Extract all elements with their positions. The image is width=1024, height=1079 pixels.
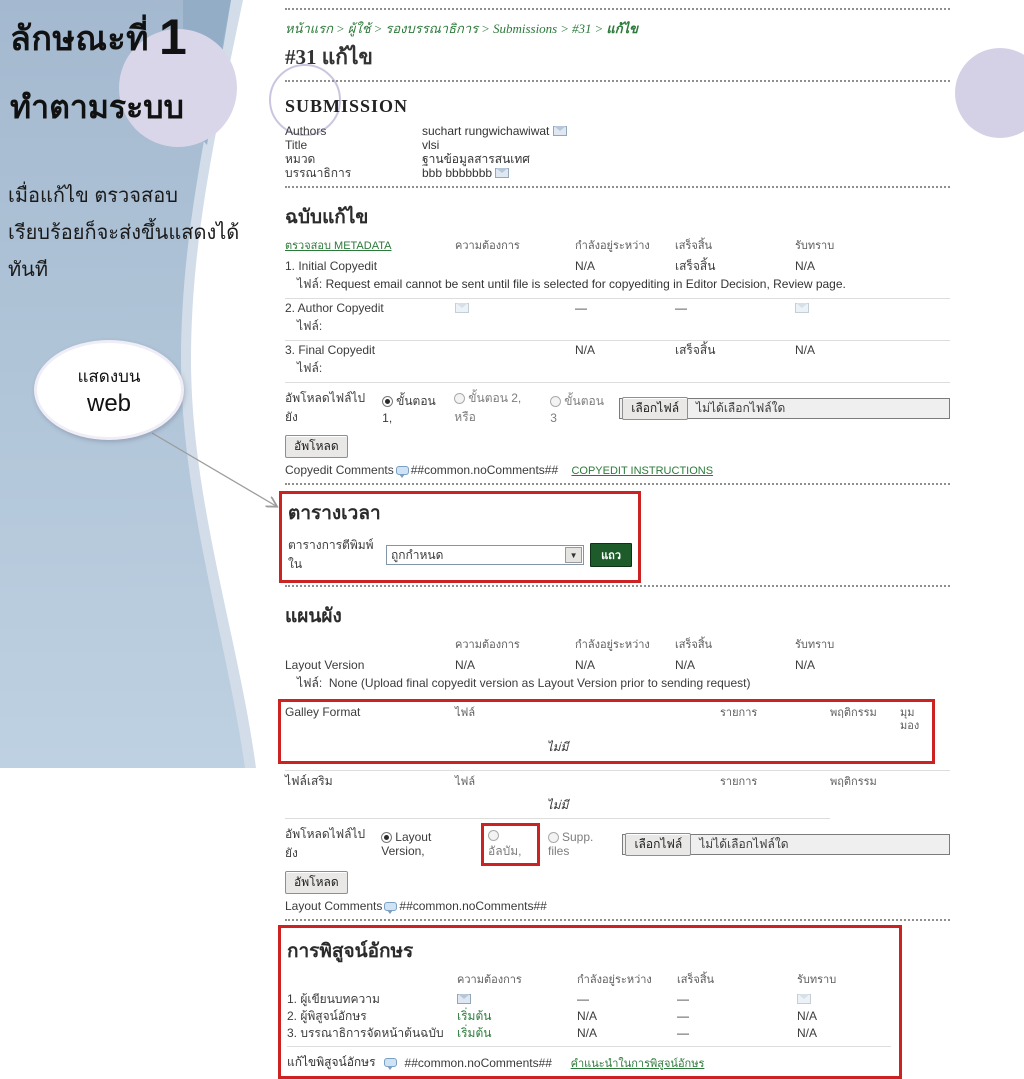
copyedit-row-final: 3. Final Copyedit N/A เสร็จสิ้น N/A <box>285 343 816 357</box>
callout-line2: web <box>86 389 132 417</box>
email-icon[interactable] <box>552 126 567 136</box>
breadcrumb-current: แก้ไข <box>606 21 638 36</box>
breadcrumb-submission-id[interactable]: #31 <box>572 21 592 36</box>
initiate-link[interactable]: เริ่มต้น <box>457 1027 577 1040</box>
upload-button[interactable]: อัพโหลด <box>285 435 348 458</box>
copyedit-file-note: ไฟล์: Request email cannot be sent until… <box>285 274 950 299</box>
submission-authors-row: Authors suchart rungwichawiwat <box>285 125 950 138</box>
proofread-row-author: 1. ผู้เขียนบทความ — — <box>287 991 891 1008</box>
copyedit-row-initial: 1. Initial Copyedit N/A เสร็จสิ้น N/A <box>285 259 816 273</box>
section-value: ฐานข้อมูลสารสนเทศ <box>422 152 530 166</box>
copyedit-upload-row: อัพโหลดไฟล์ไปยัง ขั้นตอน 1, ขั้นตอน 2, ห… <box>285 389 950 427</box>
proofread-row-proofreader: 2. ผู้พิสูจน์อักษร เริ่มต้น N/A — N/A <box>287 1009 818 1023</box>
radio-album[interactable] <box>488 829 500 841</box>
dropdown-arrow-icon: ▼ <box>565 547 583 563</box>
comment-icon[interactable] <box>395 466 409 478</box>
divider <box>285 8 950 10</box>
supp-label: ไฟล์เสริม <box>285 774 333 788</box>
layout-file-note: ไฟล์: None (Upload final copyedit versio… <box>297 676 751 690</box>
comment-icon[interactable] <box>384 902 398 914</box>
decor-circle-right <box>955 48 1024 138</box>
supp-empty: ไม่มี <box>285 793 830 819</box>
email-acknowledge-icon[interactable] <box>797 994 811 1004</box>
divider <box>285 483 950 485</box>
layout-upload-row: อัพโหลดไฟล์ไปยัง Layout Version, อัลบัม,… <box>285 822 950 866</box>
callout-ellipse: แสดงบน web <box>34 340 184 440</box>
email-icon[interactable] <box>495 168 510 178</box>
proofread-footer: แก้ไขพิสูจน์อักษร ##common.noComments## ค… <box>287 1046 891 1072</box>
submission-section-row: หมวด ฐานข้อมูลสารสนเทศ <box>285 153 950 166</box>
comment-icon[interactable] <box>383 1058 397 1070</box>
breadcrumb-submissions[interactable]: Submissions <box>493 21 557 36</box>
copyedit-comments-row: Copyedit Comments ##common.noComments## C… <box>285 463 714 478</box>
proofread-header-row: ความต้องการ กำลังอยู่ระหว่าง เสร็จสิ้น รับท… <box>457 974 837 986</box>
breadcrumb: หน้าแรก > ผู้ใช้ > รองบรรณาธิการ > Submissions… <box>285 21 638 36</box>
highlight-box-proofread: การพิสูจน์อักษร ความต้องการ กำลังอยู่ระหว… <box>278 925 902 1079</box>
breadcrumb-home[interactable]: หน้าแรก <box>285 21 333 36</box>
highlight-box-galley: Galley Format ไฟล์ รายการ พฤติกรรม มุมมอ… <box>278 699 935 764</box>
divider <box>285 585 950 587</box>
no-comments-token[interactable]: ##common.noComments## <box>411 463 558 477</box>
initiate-link[interactable]: เริ่มต้น <box>457 1010 577 1023</box>
email-request-icon[interactable] <box>455 303 469 313</box>
layout-version-row: Layout Version N/A N/A N/A N/A <box>285 658 816 672</box>
schedule-heading: ตารางเวลา <box>288 503 381 524</box>
proofread-row-layout-editor: 3. บรรณาธิการจัดหน้าต้นฉบับ เริ่มต้น N/A… <box>287 1026 818 1040</box>
layout-heading: แผนผัง <box>285 606 342 627</box>
radio-supp-files[interactable]: Supp. files <box>548 830 614 858</box>
divider <box>285 919 950 921</box>
slide-title-number: 1 <box>159 9 188 65</box>
highlight-box-album: อัลบัม, <box>481 822 540 866</box>
copyedit-heading: ฉบับแก้ไข <box>285 207 369 228</box>
copyedit-row-author: 2. Author Copyedit — — <box>285 299 950 316</box>
schedule-label: ตารางการตีพิมพ์ใน <box>288 538 374 571</box>
proofing-instructions-link[interactable]: คำแนะนำในการพิสูจน์อักษร <box>571 1054 705 1072</box>
radio-step1[interactable]: ขั้นตอน 1, <box>382 392 446 425</box>
callout-line1: แสดงบน <box>77 366 141 386</box>
slide-subtitle: ทำตามระบบ <box>10 89 184 125</box>
copyedit-header-row: ตรวจสอบ METADATA ความต้องการ กำลังอยู่ระห… <box>285 240 835 253</box>
galley-empty: ไม่มี <box>546 740 569 754</box>
copyedit-file-empty: ไฟล์: <box>285 316 950 341</box>
web-page: หน้าแรก > ผู้ใช้ > รองบรรณาธิการ > Submissions… <box>278 0 950 1079</box>
radio-step2[interactable]: ขั้นตอน 2, หรือ <box>454 389 542 427</box>
supp-header-row: ไฟล์เสริม ไฟล์ รายการ พฤติกรรม <box>285 770 950 789</box>
radio-layout-version[interactable]: Layout Version, <box>381 830 473 858</box>
no-file-text: ไม่ได้เลือกไฟล์ใด <box>696 400 786 415</box>
no-comments-token[interactable]: ##common.noComments## <box>405 1056 552 1070</box>
choose-file-button[interactable]: เลือกไฟล์ <box>622 396 689 420</box>
copyedit-instructions-link[interactable]: COPYEDIT INSTRUCTIONS <box>571 465 713 477</box>
upload-button[interactable]: อัพโหลด <box>285 871 348 894</box>
copyedit-file-empty: ไฟล์: <box>285 358 950 383</box>
authors-value: suchart rungwichawiwat <box>422 124 550 138</box>
no-comments-token[interactable]: ##common.noComments## <box>399 899 546 913</box>
submission-editor-row: บรรณาธิการ bbb bbbbbbb <box>285 167 950 180</box>
email-acknowledge-icon[interactable] <box>795 303 809 313</box>
slide-title: ลักษณะที่ 1 <box>10 9 188 65</box>
title-value: vlsi <box>422 138 440 152</box>
breadcrumb-section-editor[interactable]: รองบรรณาธิการ <box>385 21 478 36</box>
email-request-icon[interactable] <box>457 994 471 1004</box>
divider <box>285 80 950 82</box>
radio-step3[interactable]: ขั้นตอน 3 <box>550 392 611 425</box>
highlight-box-schedule: ตารางเวลา ตารางการตีพิมพ์ใน ถูกกำหนด ▼ แ… <box>279 491 641 583</box>
editor-value: bbb bbbbbbb <box>422 166 493 180</box>
divider <box>285 186 950 188</box>
page-title: #31 แก้ไข <box>285 45 373 69</box>
proofread-heading: การพิสูจน์อักษร <box>287 941 414 962</box>
file-input[interactable]: เลือกไฟล์ ไม่ได้เลือกไฟล์ใด <box>622 832 950 856</box>
submission-heading: SUBMISSION <box>285 96 409 116</box>
galley-label: Galley Format <box>285 705 361 719</box>
layout-header-row: ความต้องการ กำลังอยู่ระหว่าง เสร็จสิ้น รับท… <box>455 639 835 651</box>
no-file-text: ไม่ได้เลือกไฟล์ใด <box>699 836 789 851</box>
file-input[interactable]: เลือกไฟล์ ไม่ได้เลือกไฟล์ใด <box>619 396 950 420</box>
review-metadata-link[interactable]: ตรวจสอบ METADATA <box>285 240 455 253</box>
publication-schedule-select[interactable]: ถูกกำหนด ▼ <box>385 545 585 565</box>
record-button[interactable]: แถว <box>590 543 632 567</box>
slide-body-text: เมื่อแก้ไข ตรวจสอบ เรียบร้อยก็จะส่งขึ้นแ… <box>8 185 240 281</box>
breadcrumb-user[interactable]: ผู้ใช้ <box>348 21 371 36</box>
layout-comments-row: Layout Comments ##common.noComments## <box>285 899 547 914</box>
submission-title-row: Title vlsi <box>285 139 950 152</box>
choose-file-button[interactable]: เลือกไฟล์ <box>625 832 692 856</box>
